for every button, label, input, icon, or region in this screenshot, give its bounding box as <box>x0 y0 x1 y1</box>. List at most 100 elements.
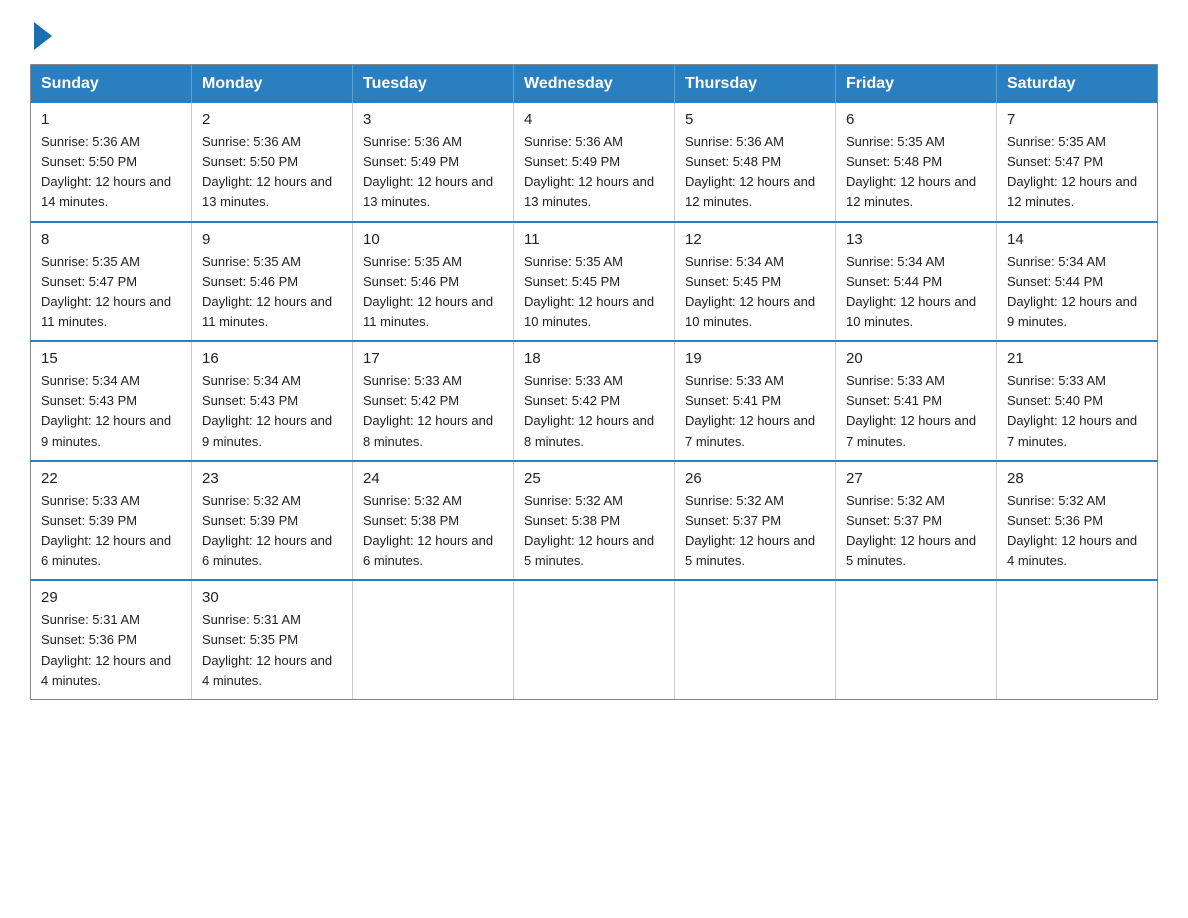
calendar-cell: 30 Sunrise: 5:31 AMSunset: 5:35 PMDayligh… <box>192 580 353 699</box>
day-number: 22 <box>41 470 181 487</box>
calendar-cell <box>836 580 997 699</box>
day-detail: Sunrise: 5:35 AMSunset: 5:45 PMDaylight:… <box>524 252 664 333</box>
weekday-header-sunday: Sunday <box>31 65 192 104</box>
day-number: 1 <box>41 111 181 128</box>
weekday-header-wednesday: Wednesday <box>514 65 675 104</box>
calendar-week-row: 8 Sunrise: 5:35 AMSunset: 5:47 PMDaylight… <box>31 222 1158 342</box>
calendar-cell: 16 Sunrise: 5:34 AMSunset: 5:43 PMDayligh… <box>192 341 353 461</box>
day-detail: Sunrise: 5:32 AMSunset: 5:37 PMDaylight:… <box>846 491 986 572</box>
calendar-cell: 19 Sunrise: 5:33 AMSunset: 5:41 PMDayligh… <box>675 341 836 461</box>
calendar-cell <box>997 580 1158 699</box>
day-number: 25 <box>524 470 664 487</box>
day-number: 30 <box>202 589 342 606</box>
day-detail: Sunrise: 5:33 AMSunset: 5:42 PMDaylight:… <box>524 371 664 452</box>
day-detail: Sunrise: 5:36 AMSunset: 5:48 PMDaylight:… <box>685 132 825 213</box>
day-number: 8 <box>41 231 181 248</box>
calendar-cell: 4Sunrise: 5:36 AMSunset: 5:49 PMDaylight… <box>514 103 675 222</box>
day-number: 27 <box>846 470 986 487</box>
calendar-cell <box>514 580 675 699</box>
day-number: 28 <box>1007 470 1147 487</box>
calendar-cell: 10Sunrise: 5:35 AMSunset: 5:46 PMDayligh… <box>353 222 514 342</box>
calendar-cell: 7 Sunrise: 5:35 AMSunset: 5:47 PMDaylight… <box>997 103 1158 222</box>
day-detail: Sunrise: 5:32 AMSunset: 5:39 PMDaylight:… <box>202 491 342 572</box>
calendar-week-row: 22 Sunrise: 5:33 AMSunset: 5:39 PMDayligh… <box>31 461 1158 581</box>
calendar-cell: 13 Sunrise: 5:34 AMSunset: 5:44 PMDayligh… <box>836 222 997 342</box>
calendar-header: SundayMondayTuesdayWednesdayThursdayFrid… <box>31 65 1158 104</box>
day-detail: Sunrise: 5:35 AMSunset: 5:47 PMDaylight:… <box>41 252 181 333</box>
calendar-cell: 3 Sunrise: 5:36 AMSunset: 5:49 PMDaylight… <box>353 103 514 222</box>
calendar-cell: 12 Sunrise: 5:34 AMSunset: 5:45 PMDayligh… <box>675 222 836 342</box>
day-number: 24 <box>363 470 503 487</box>
calendar-cell: 28 Sunrise: 5:32 AMSunset: 5:36 PMDayligh… <box>997 461 1158 581</box>
calendar-body: 1 Sunrise: 5:36 AMSunset: 5:50 PMDaylight… <box>31 103 1158 699</box>
day-detail: Sunrise: 5:34 AMSunset: 5:44 PMDaylight:… <box>846 252 986 333</box>
calendar-week-row: 1 Sunrise: 5:36 AMSunset: 5:50 PMDaylight… <box>31 103 1158 222</box>
calendar-cell: 25 Sunrise: 5:32 AMSunset: 5:38 PMDayligh… <box>514 461 675 581</box>
day-number: 10 <box>363 231 503 248</box>
calendar-cell: 23 Sunrise: 5:32 AMSunset: 5:39 PMDayligh… <box>192 461 353 581</box>
day-number: 6 <box>846 111 986 128</box>
day-detail: Sunrise: 5:33 AMSunset: 5:39 PMDaylight:… <box>41 491 181 572</box>
day-number: 18 <box>524 350 664 367</box>
day-number: 3 <box>363 111 503 128</box>
day-number: 12 <box>685 231 825 248</box>
calendar-cell: 26 Sunrise: 5:32 AMSunset: 5:37 PMDayligh… <box>675 461 836 581</box>
calendar-cell: 8 Sunrise: 5:35 AMSunset: 5:47 PMDaylight… <box>31 222 192 342</box>
calendar-cell <box>353 580 514 699</box>
calendar-table: SundayMondayTuesdayWednesdayThursdayFrid… <box>30 64 1158 700</box>
calendar-cell: 14Sunrise: 5:34 AMSunset: 5:44 PMDayligh… <box>997 222 1158 342</box>
day-detail: Sunrise: 5:34 AMSunset: 5:43 PMDaylight:… <box>41 371 181 452</box>
day-detail: Sunrise: 5:32 AMSunset: 5:38 PMDaylight:… <box>524 491 664 572</box>
day-detail: Sunrise: 5:35 AMSunset: 5:47 PMDaylight:… <box>1007 132 1147 213</box>
calendar-cell: 27 Sunrise: 5:32 AMSunset: 5:37 PMDayligh… <box>836 461 997 581</box>
day-number: 7 <box>1007 111 1147 128</box>
day-number: 19 <box>685 350 825 367</box>
day-detail: Sunrise: 5:35 AMSunset: 5:46 PMDaylight:… <box>202 252 342 333</box>
page-header <box>30 20 1158 46</box>
day-detail: Sunrise: 5:34 AMSunset: 5:45 PMDaylight:… <box>685 252 825 333</box>
calendar-cell: 21Sunrise: 5:33 AMSunset: 5:40 PMDayligh… <box>997 341 1158 461</box>
day-number: 9 <box>202 231 342 248</box>
day-detail: Sunrise: 5:36 AMSunset: 5:50 PMDaylight:… <box>41 132 181 213</box>
calendar-cell: 15 Sunrise: 5:34 AMSunset: 5:43 PMDayligh… <box>31 341 192 461</box>
calendar-cell: 29 Sunrise: 5:31 AMSunset: 5:36 PMDayligh… <box>31 580 192 699</box>
day-number: 26 <box>685 470 825 487</box>
day-number: 17 <box>363 350 503 367</box>
calendar-cell: 20 Sunrise: 5:33 AMSunset: 5:41 PMDayligh… <box>836 341 997 461</box>
calendar-cell: 6 Sunrise: 5:35 AMSunset: 5:48 PMDaylight… <box>836 103 997 222</box>
day-detail: Sunrise: 5:32 AMSunset: 5:37 PMDaylight:… <box>685 491 825 572</box>
calendar-cell: 18 Sunrise: 5:33 AMSunset: 5:42 PMDayligh… <box>514 341 675 461</box>
day-number: 20 <box>846 350 986 367</box>
calendar-cell: 9 Sunrise: 5:35 AMSunset: 5:46 PMDaylight… <box>192 222 353 342</box>
logo <box>30 20 52 46</box>
calendar-cell: 11Sunrise: 5:35 AMSunset: 5:45 PMDayligh… <box>514 222 675 342</box>
weekday-header-thursday: Thursday <box>675 65 836 104</box>
day-number: 23 <box>202 470 342 487</box>
day-detail: Sunrise: 5:31 AMSunset: 5:36 PMDaylight:… <box>41 610 181 691</box>
day-detail: Sunrise: 5:33 AMSunset: 5:40 PMDaylight:… <box>1007 371 1147 452</box>
calendar-cell <box>675 580 836 699</box>
weekday-header-saturday: Saturday <box>997 65 1158 104</box>
day-number: 5 <box>685 111 825 128</box>
day-number: 16 <box>202 350 342 367</box>
day-detail: Sunrise: 5:34 AMSunset: 5:43 PMDaylight:… <box>202 371 342 452</box>
day-number: 29 <box>41 589 181 606</box>
weekday-header-tuesday: Tuesday <box>353 65 514 104</box>
day-detail: Sunrise: 5:33 AMSunset: 5:41 PMDaylight:… <box>846 371 986 452</box>
day-detail: Sunrise: 5:36 AMSunset: 5:49 PMDaylight:… <box>363 132 503 213</box>
calendar-week-row: 29 Sunrise: 5:31 AMSunset: 5:36 PMDayligh… <box>31 580 1158 699</box>
weekday-header-friday: Friday <box>836 65 997 104</box>
calendar-cell: 17 Sunrise: 5:33 AMSunset: 5:42 PMDayligh… <box>353 341 514 461</box>
day-detail: Sunrise: 5:36 AMSunset: 5:49 PMDaylight:… <box>524 132 664 213</box>
day-detail: Sunrise: 5:35 AMSunset: 5:48 PMDaylight:… <box>846 132 986 213</box>
day-detail: Sunrise: 5:34 AMSunset: 5:44 PMDaylight:… <box>1007 252 1147 333</box>
weekday-header-monday: Monday <box>192 65 353 104</box>
day-detail: Sunrise: 5:32 AMSunset: 5:36 PMDaylight:… <box>1007 491 1147 572</box>
day-detail: Sunrise: 5:33 AMSunset: 5:41 PMDaylight:… <box>685 371 825 452</box>
day-number: 2 <box>202 111 342 128</box>
logo-arrow-icon <box>34 22 52 50</box>
day-detail: Sunrise: 5:31 AMSunset: 5:35 PMDaylight:… <box>202 610 342 691</box>
day-detail: Sunrise: 5:33 AMSunset: 5:42 PMDaylight:… <box>363 371 503 452</box>
day-number: 15 <box>41 350 181 367</box>
day-number: 13 <box>846 231 986 248</box>
